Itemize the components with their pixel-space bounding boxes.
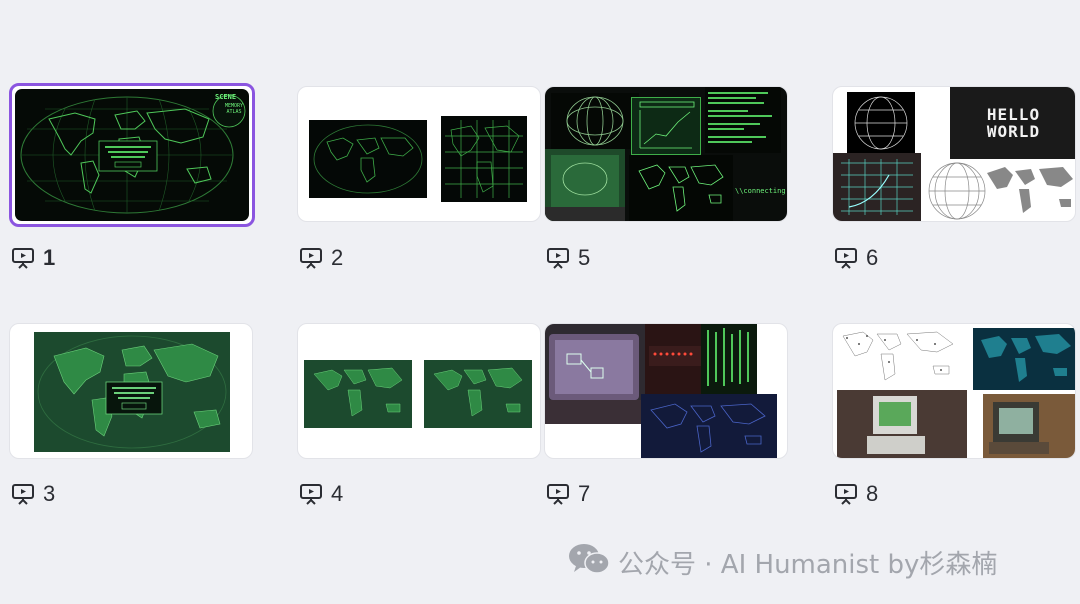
green-world-map-image bbox=[34, 332, 230, 452]
blinkenlights-photo bbox=[645, 324, 705, 394]
slide-number: 4 bbox=[331, 481, 344, 506]
slide-thumbnail-4[interactable] bbox=[297, 323, 541, 459]
vector-plot-image bbox=[833, 153, 921, 221]
connecting-text: \\connecting... bbox=[735, 187, 787, 195]
presentation-icon bbox=[834, 482, 858, 506]
hello-world-line1: HELLO bbox=[986, 105, 1041, 124]
slide-thumbnail-1[interactable]: SCENE MEMORY ATLAS bbox=[9, 83, 255, 227]
slide-number: 5 bbox=[578, 245, 591, 270]
slide-number: 8 bbox=[866, 481, 879, 506]
slide-thumbnail-2[interactable] bbox=[297, 86, 541, 222]
slide-label-1: 1 bbox=[11, 245, 55, 271]
slide-label-3: 3 bbox=[11, 481, 55, 507]
presentation-icon bbox=[11, 482, 35, 506]
watermark-text: 公众号 · AI Humanist by杉森楠 bbox=[618, 550, 998, 580]
terminal-text-image bbox=[705, 87, 781, 153]
presentation-icon bbox=[299, 246, 323, 270]
world-map-wireframe-icon bbox=[20, 94, 246, 214]
presentation-icon bbox=[546, 246, 570, 270]
slide-number: 1 bbox=[43, 245, 56, 270]
slide-thumbnail-3[interactable] bbox=[9, 323, 253, 459]
node-network-map-image bbox=[837, 326, 969, 388]
terminal-user-photo bbox=[983, 394, 1075, 458]
green-world-map-image-2 bbox=[424, 360, 532, 428]
scene-badge-bottom: MEMORY ATLAS bbox=[224, 103, 244, 115]
slide-label-7: 7 bbox=[546, 481, 590, 507]
green-world-map-image bbox=[304, 360, 412, 428]
wireframe-map-image bbox=[309, 120, 427, 198]
slide-number: 7 bbox=[578, 481, 591, 506]
slide-number: 3 bbox=[43, 481, 56, 506]
scene-badge-top: SCENE bbox=[215, 93, 237, 101]
slide-number: 2 bbox=[331, 245, 344, 270]
slide-number: 6 bbox=[866, 245, 879, 270]
hello-world-line2: WORLD bbox=[986, 122, 1041, 141]
watermark: 公众号 · AI Humanist by杉森楠 bbox=[568, 542, 997, 583]
slide-thumbnail-6[interactable]: HELLO WORLD bbox=[832, 86, 1076, 222]
wireframe-sphere-image bbox=[923, 159, 987, 221]
hello-world-screen: HELLO WORLD bbox=[950, 87, 1075, 159]
wireframe-globe-image bbox=[847, 92, 915, 154]
wireframe-sphere-image bbox=[551, 93, 639, 149]
progressive-chart-image bbox=[631, 97, 701, 155]
slide-thumbnail-8[interactable] bbox=[832, 323, 1076, 459]
slide-label-6: 6 bbox=[834, 245, 878, 271]
slide-thumbnail-7[interactable] bbox=[544, 323, 788, 459]
retro-pc-photo bbox=[837, 390, 967, 458]
wechat-icon bbox=[568, 542, 610, 583]
wireframe-globe-image bbox=[441, 116, 527, 202]
slide-label-8: 8 bbox=[834, 481, 878, 507]
slide-label-5: 5 bbox=[546, 245, 590, 271]
slide-label-4: 4 bbox=[299, 481, 343, 507]
presentation-icon bbox=[11, 246, 35, 270]
blue-world-map-image bbox=[641, 394, 777, 458]
slide-label-2: 2 bbox=[299, 245, 343, 271]
presentation-icon bbox=[834, 246, 858, 270]
dotted-world-map-image bbox=[983, 159, 1075, 219]
vector-world-map-image bbox=[629, 155, 733, 221]
presentation-icon bbox=[546, 482, 570, 506]
crt-monitor-photo bbox=[545, 324, 645, 424]
vintage-monitor-image bbox=[545, 149, 625, 221]
slide-thumbnail-5[interactable]: \\connecting... bbox=[544, 86, 788, 222]
slide-1-preview: SCENE MEMORY ATLAS bbox=[15, 89, 249, 221]
green-code-screen bbox=[701, 324, 757, 394]
teal-world-map-image bbox=[973, 328, 1075, 390]
presentation-icon bbox=[299, 482, 323, 506]
